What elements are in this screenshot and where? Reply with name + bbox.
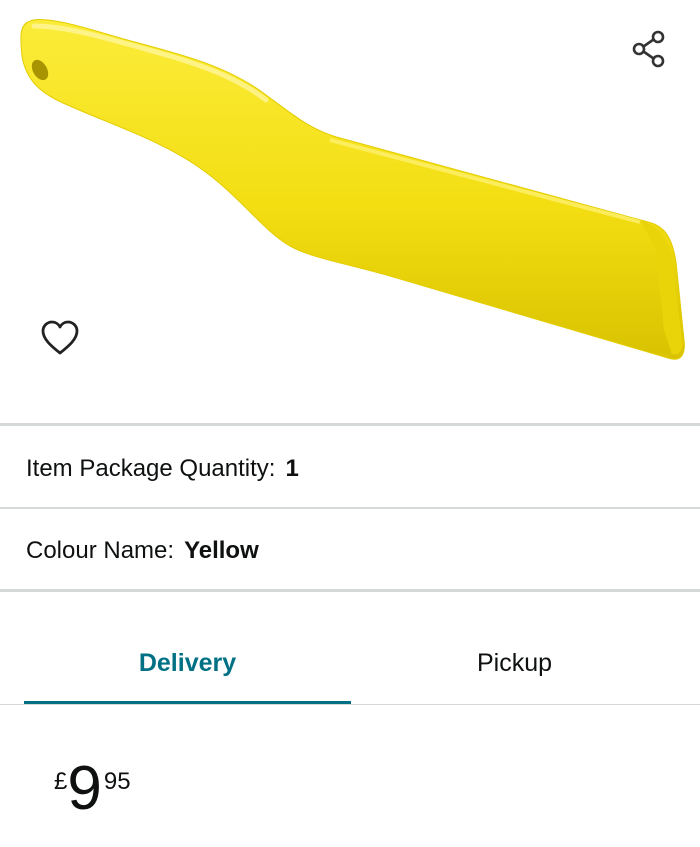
variation-value: 1 — [285, 455, 299, 482]
tab-pickup[interactable]: Pickup — [351, 622, 678, 704]
fulfillment-tabs: Delivery Pickup — [0, 622, 700, 706]
price-whole: 9 — [67, 754, 102, 823]
section-divider — [0, 423, 700, 426]
item-package-quantity-row[interactable]: Item Package Quantity: 1 — [0, 429, 700, 509]
share-icon — [632, 30, 665, 68]
variation-label: Colour Name: — [26, 537, 175, 564]
price-currency: £ — [54, 768, 68, 795]
tabs-divider — [0, 704, 700, 705]
variation-value: Yellow — [184, 537, 259, 564]
row-divider — [0, 507, 700, 509]
share-button[interactable] — [626, 26, 672, 72]
product-image-area[interactable] — [0, 0, 700, 424]
tab-delivery[interactable]: Delivery — [24, 622, 351, 704]
add-to-wishlist-button[interactable] — [36, 314, 84, 362]
section-divider — [0, 589, 700, 592]
price-fraction: 95 — [103, 768, 131, 795]
colour-name-row[interactable]: Colour Name: Yellow — [0, 511, 700, 591]
product-image[interactable] — [0, 0, 700, 424]
price: £ 9 95 — [54, 758, 131, 820]
heart-icon — [41, 320, 79, 355]
variation-label: Item Package Quantity: — [26, 455, 276, 482]
